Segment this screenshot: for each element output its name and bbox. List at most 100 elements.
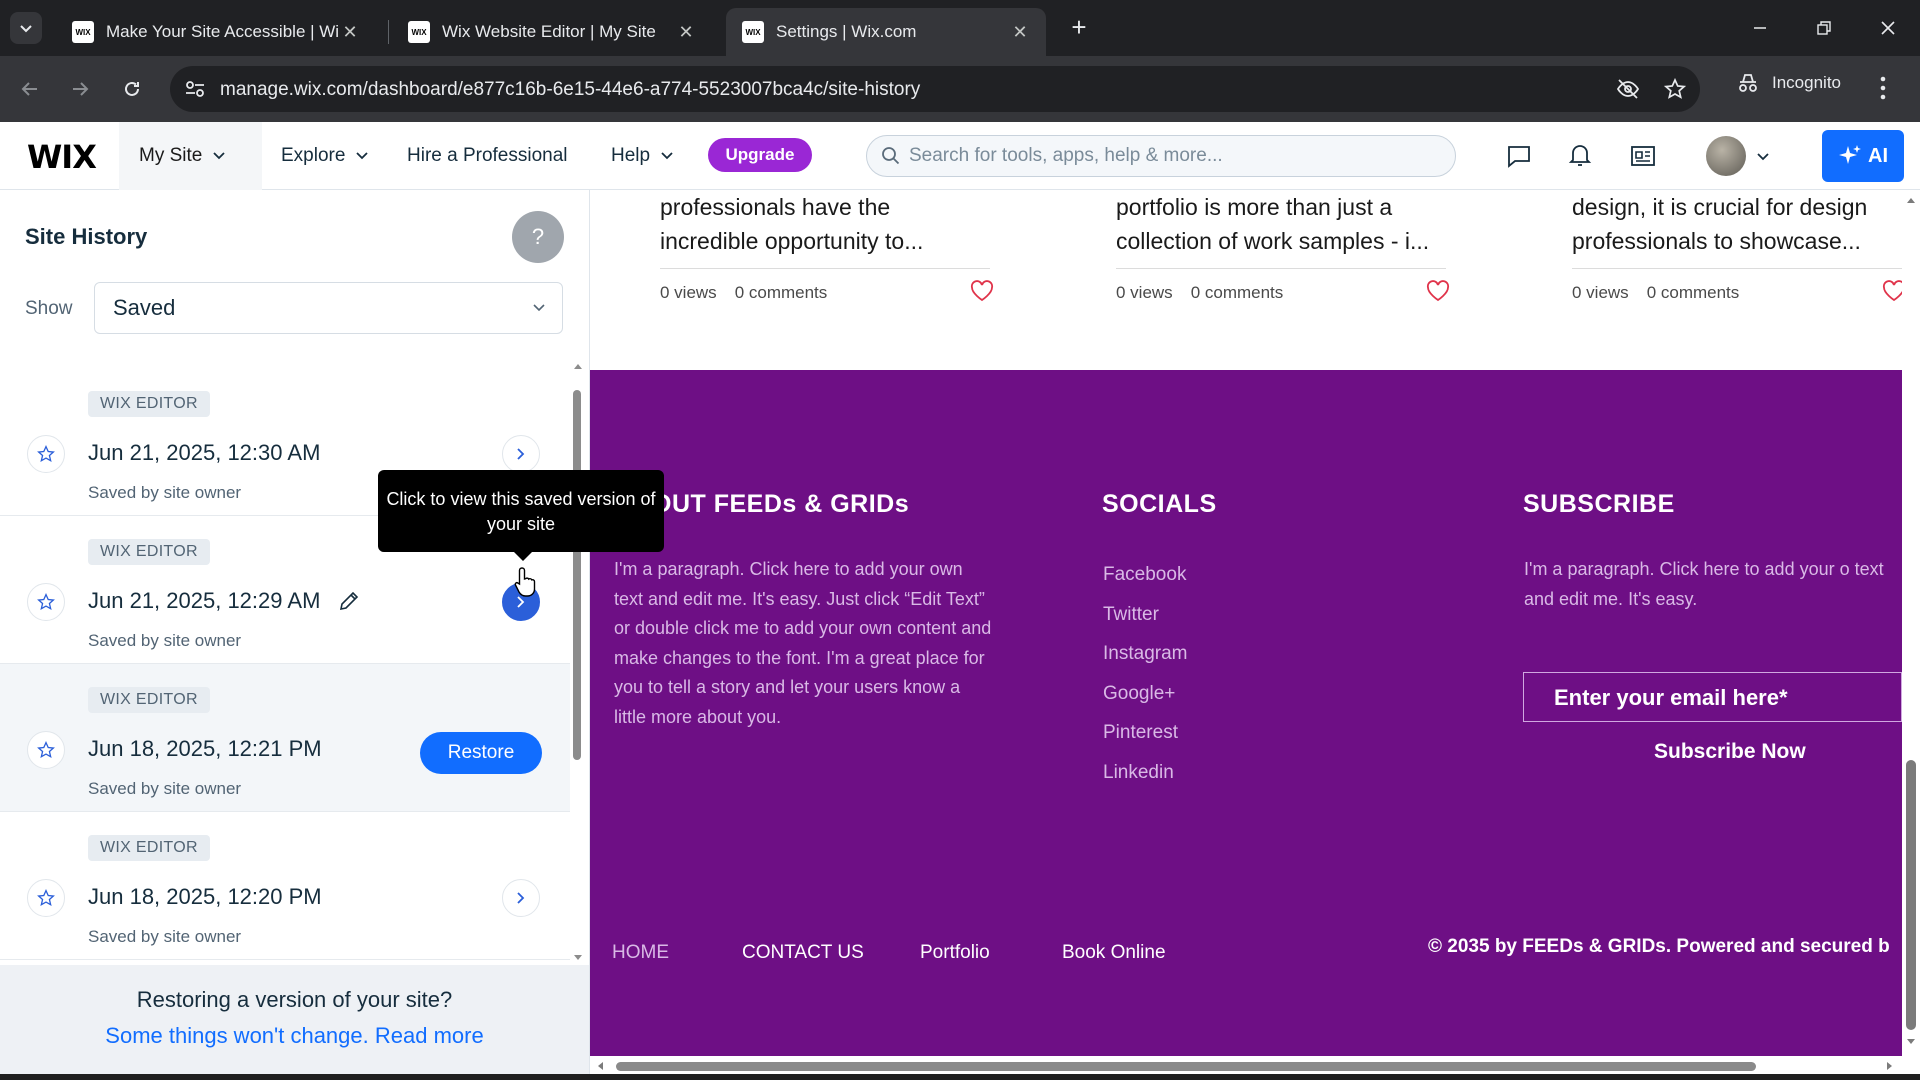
search-input[interactable]: [909, 136, 1439, 176]
chevron-down-icon: [356, 152, 369, 160]
favorite-star-button[interactable]: [27, 879, 65, 917]
history-scroll-thumb[interactable]: [573, 390, 581, 760]
history-item[interactable]: WIX EDITOR Jun 18, 2025, 12:20 PM Saved …: [0, 812, 570, 960]
sparkle-icon: [1839, 145, 1861, 164]
incognito-indicator[interactable]: Incognito: [1736, 72, 1841, 94]
footer-nav-book-online[interactable]: Book Online: [1062, 942, 1166, 964]
blog-post-card[interactable]: design, it is crucial for design profess…: [1572, 190, 1902, 370]
account-avatar[interactable]: [1706, 136, 1746, 176]
socials-list: Facebook Twitter Instagram Google+ Pinte…: [1103, 555, 1187, 792]
restore-window-icon[interactable]: [1804, 12, 1844, 44]
scroll-down-arrow-icon[interactable]: [1906, 1038, 1916, 1046]
favorite-star-button[interactable]: [27, 583, 65, 621]
chat-icon[interactable]: [1506, 144, 1532, 168]
my-site-menu[interactable]: My Site: [119, 122, 262, 190]
history-date: Jun 18, 2025, 12:20 PM: [88, 884, 322, 909]
blog-post-card[interactable]: portfolio is more than just a collection…: [1116, 190, 1452, 370]
help-menu[interactable]: Help: [611, 122, 674, 190]
reload-button[interactable]: [116, 73, 148, 105]
footer-nav-home[interactable]: HOME: [612, 942, 669, 964]
tab-title: Settings | Wix.com: [776, 22, 917, 41]
scroll-left-arrow-icon[interactable]: [596, 1061, 604, 1071]
browser-tab-2[interactable]: WIX Wix Website Editor | My Site ✕: [392, 8, 712, 56]
scroll-up-arrow-icon[interactable]: [573, 362, 583, 370]
upgrade-button[interactable]: Upgrade: [708, 138, 812, 172]
preview-vertical-scroll-thumb[interactable]: [1906, 760, 1916, 1030]
close-tab-icon[interactable]: ✕: [676, 22, 696, 43]
minimize-window-icon[interactable]: [1740, 12, 1780, 44]
search-icon: [882, 147, 900, 165]
site-history-panel: Site History ? Show Saved WIX EDITOR Jun…: [0, 190, 590, 1080]
forward-button[interactable]: [64, 73, 96, 105]
site-settings-icon[interactable]: [184, 78, 206, 100]
social-link-twitter[interactable]: Twitter: [1103, 595, 1187, 635]
star-icon: [37, 889, 55, 907]
social-link-pinterest[interactable]: Pinterest: [1103, 713, 1187, 753]
social-link-instagram[interactable]: Instagram: [1103, 634, 1187, 674]
footer-nav-portfolio[interactable]: Portfolio: [920, 942, 990, 964]
browser-tab-3-active[interactable]: WIX Settings | Wix.com ✕: [726, 8, 1046, 56]
hand-pointer-cursor-icon: [514, 567, 536, 597]
new-tab-plus-icon[interactable]: +: [1066, 14, 1092, 40]
browser-toolbar: manage.wix.com/dashboard/e877c16b-6e15-4…: [0, 56, 1920, 122]
preview-horizontal-scroll-thumb[interactable]: [616, 1062, 1756, 1071]
scroll-down-arrow-icon[interactable]: [573, 954, 583, 962]
email-field[interactable]: Enter your email here*: [1523, 672, 1902, 722]
close-tab-icon[interactable]: ✕: [340, 22, 360, 43]
explore-menu[interactable]: Explore: [281, 122, 369, 190]
show-filter-dropdown[interactable]: Saved: [94, 282, 563, 334]
rename-pencil-icon[interactable]: [338, 590, 360, 612]
address-bar[interactable]: manage.wix.com/dashboard/e877c16b-6e15-4…: [170, 66, 1700, 112]
bell-icon[interactable]: [1568, 142, 1592, 168]
view-version-button[interactable]: [502, 879, 540, 917]
wix-logo[interactable]: WIX: [27, 138, 97, 176]
social-link-googleplus[interactable]: Google+: [1103, 674, 1187, 714]
ai-label: AI: [1868, 144, 1888, 167]
browser-menu-icon[interactable]: [1880, 76, 1886, 100]
hire-professional-link[interactable]: Hire a Professional: [407, 122, 568, 190]
history-saved-by: Saved by site owner: [88, 779, 242, 798]
social-link-facebook[interactable]: Facebook: [1103, 555, 1187, 595]
history-item-selected[interactable]: WIX EDITOR Jun 18, 2025, 12:21 PM Saved …: [0, 664, 570, 812]
back-button[interactable]: [14, 73, 46, 105]
tab-search-button[interactable]: [10, 12, 42, 44]
post-comments: 0 comments: [1190, 283, 1284, 302]
post-comments: 0 comments: [1646, 283, 1740, 302]
favorite-star-button[interactable]: [27, 435, 65, 473]
ai-assistant-button[interactable]: AI: [1822, 130, 1904, 182]
heart-icon[interactable]: [1882, 280, 1902, 302]
footer-nav-contact[interactable]: CONTACT US: [742, 942, 864, 964]
restore-button[interactable]: Restore: [420, 732, 542, 774]
arrow-left-icon: [21, 82, 37, 96]
editor-badge: WIX EDITOR: [88, 391, 210, 417]
eye-off-icon[interactable]: [1616, 78, 1640, 100]
heart-icon[interactable]: [1426, 280, 1450, 302]
close-tab-icon[interactable]: ✕: [1010, 22, 1030, 43]
favorite-star-button[interactable]: [27, 731, 65, 769]
site-footer: OUT FEEDs & GRIDs I'm a paragraph. Click…: [590, 370, 1902, 1056]
subscribe-heading: SUBSCRIBE: [1523, 490, 1675, 518]
url-text[interactable]: manage.wix.com/dashboard/e877c16b-6e15-4…: [220, 79, 920, 101]
help-button[interactable]: ?: [512, 211, 564, 263]
post-comments: 0 comments: [734, 283, 828, 302]
bookmark-star-icon[interactable]: [1664, 78, 1686, 100]
about-heading: OUT FEEDs & GRIDs: [652, 490, 910, 518]
history-saved-by: Saved by site owner: [88, 927, 242, 946]
view-version-button[interactable]: [502, 435, 540, 473]
scroll-right-arrow-icon[interactable]: [1886, 1061, 1894, 1071]
tab-divider: [388, 20, 389, 44]
browser-tab-1[interactable]: WIX Make Your Site Accessible | Wi ✕: [56, 8, 376, 56]
tab-title: Wix Website Editor | My Site: [442, 22, 656, 41]
heart-icon[interactable]: [970, 280, 994, 302]
scroll-up-arrow-icon[interactable]: [1906, 196, 1916, 204]
close-window-icon[interactable]: [1868, 12, 1908, 44]
social-link-linkedin[interactable]: Linkedin: [1103, 753, 1187, 793]
history-list: WIX EDITOR Jun 21, 2025, 12:30 AM Saved …: [0, 368, 570, 960]
blog-post-card[interactable]: professionals have the incredible opport…: [660, 190, 996, 370]
news-feed-icon[interactable]: [1630, 144, 1656, 168]
chevron-down-icon[interactable]: [1756, 152, 1770, 162]
read-more-link[interactable]: Some things won't change. Read more: [0, 1023, 589, 1049]
chevron-down-icon: [661, 152, 673, 160]
dashboard-search[interactable]: [866, 135, 1456, 177]
subscribe-now-button[interactable]: Subscribe Now: [1654, 740, 1806, 764]
